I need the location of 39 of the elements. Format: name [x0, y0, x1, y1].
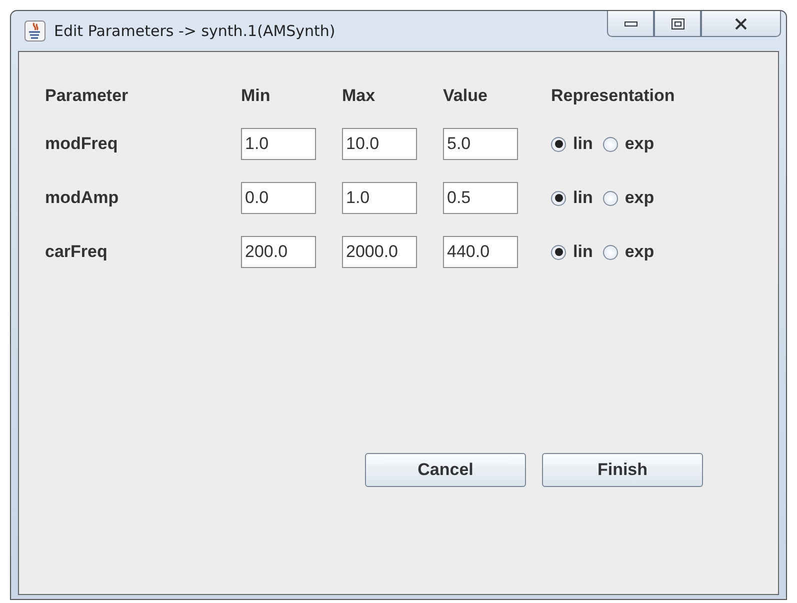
radio-label: lin — [573, 188, 593, 208]
close-icon — [734, 18, 748, 30]
min-field[interactable]: 1.0 — [241, 128, 316, 160]
radio-label: exp — [624, 242, 654, 262]
value-field[interactable]: 5.0 — [443, 128, 518, 160]
parameter-name: modAmp — [45, 188, 119, 208]
representation-radio[interactable]: lin — [551, 188, 593, 208]
column-header: Max — [342, 86, 376, 106]
representation-radio[interactable]: exp — [602, 188, 654, 208]
representation-radio[interactable]: exp — [602, 242, 654, 262]
value-field[interactable]: 440.0 — [443, 236, 518, 268]
close-button[interactable] — [701, 11, 781, 37]
max-field[interactable]: 1.0 — [342, 182, 417, 214]
radio-label: exp — [624, 134, 654, 154]
maximize-button[interactable] — [654, 11, 701, 37]
maximize-icon — [670, 18, 684, 30]
value-field[interactable]: 0.5 — [443, 182, 518, 214]
max-field[interactable]: 10.0 — [342, 128, 417, 160]
representation-radio[interactable]: lin — [551, 134, 593, 154]
min-field[interactable]: 200.0 — [241, 236, 316, 268]
parameter-name: modFreq — [45, 134, 118, 154]
parameter-name: carFreq — [45, 242, 108, 262]
min-field[interactable]: 0.0 — [241, 182, 316, 214]
representation-radio[interactable]: lin — [551, 242, 593, 262]
radio-label: exp — [624, 188, 654, 208]
column-header: Value — [443, 86, 488, 106]
max-field[interactable]: 2000.0 — [342, 236, 417, 268]
minimize-button[interactable] — [607, 11, 654, 37]
column-header: Representation — [551, 86, 675, 106]
column-header: Min — [241, 86, 270, 106]
minimize-icon — [624, 20, 638, 26]
finish-button[interactable]: Finish — [542, 453, 703, 487]
representation-radio[interactable]: exp — [602, 134, 654, 154]
radio-label: lin — [573, 242, 593, 262]
cancel-button[interactable]: Cancel — [365, 453, 526, 487]
radio-label: lin — [573, 134, 593, 154]
window-title: Edit Parameters -> synth.1(AMSynth) — [54, 22, 336, 40]
column-header: Parameter — [45, 86, 128, 106]
java-cup-icon — [24, 20, 46, 42]
